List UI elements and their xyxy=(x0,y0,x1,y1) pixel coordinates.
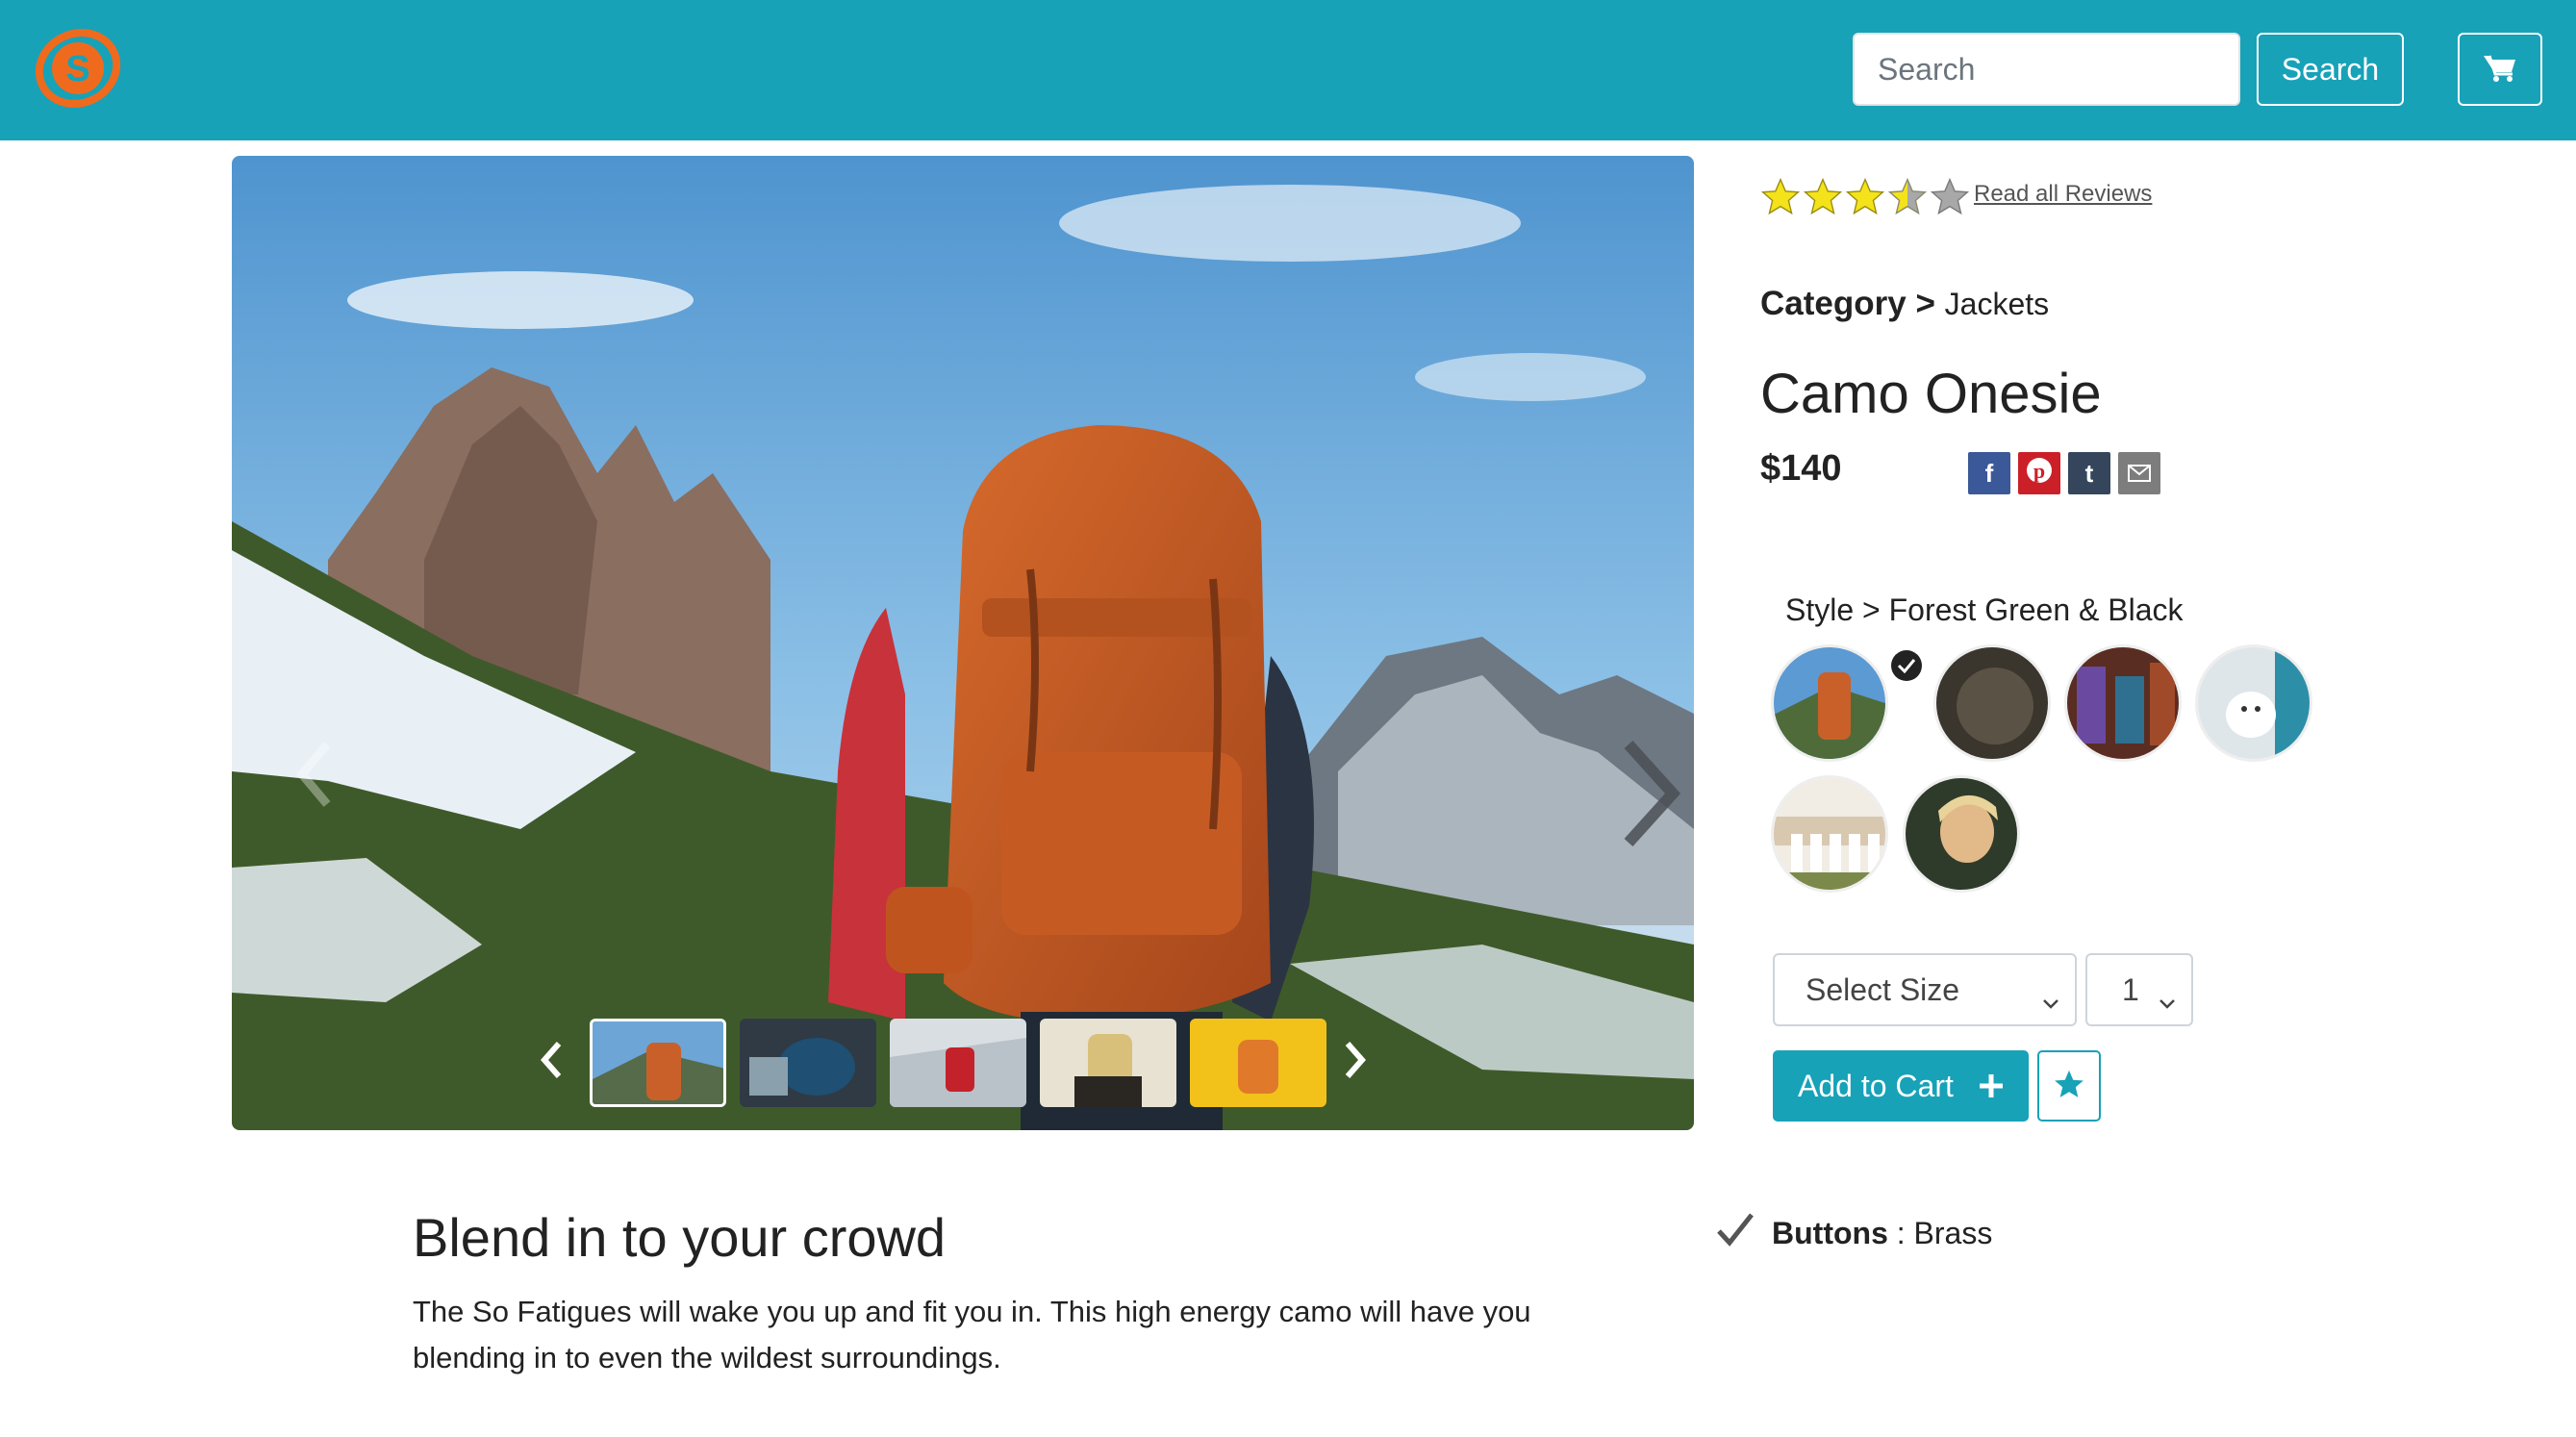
quantity-select[interactable]: 1 xyxy=(2085,953,2193,1026)
add-to-wishlist-button[interactable] xyxy=(2037,1050,2101,1122)
tumblr-icon: t xyxy=(2084,458,2094,488)
product-hero-image xyxy=(232,156,1694,1130)
add-to-cart-label: Add to Cart xyxy=(1798,1068,1954,1103)
mail-icon xyxy=(2128,459,2151,489)
star-half-icon xyxy=(1887,177,1928,219)
plus-icon xyxy=(1977,1071,2006,1108)
search-input[interactable] xyxy=(1853,33,2240,106)
style-label: Style xyxy=(1785,592,1855,627)
pinterest-icon: p xyxy=(2025,456,2054,492)
description-title: Blend in to your crowd xyxy=(413,1207,947,1268)
brand-logo-letter: S xyxy=(65,49,89,89)
style-value: Forest Green & Black xyxy=(1888,592,2184,627)
brand-logo[interactable]: S xyxy=(33,25,123,112)
star-full-icon xyxy=(1845,177,1885,219)
carousel-next-button[interactable] xyxy=(1607,733,1694,858)
share-buttons: f p t xyxy=(1968,452,2160,494)
star-icon xyxy=(2053,1068,2085,1105)
product-image-carousel xyxy=(232,156,1694,1130)
chevron-right-icon xyxy=(1344,1041,1367,1084)
star-full-icon xyxy=(1760,177,1801,219)
thumbnail-prev-button[interactable] xyxy=(532,1028,570,1096)
checkmark-icon xyxy=(1716,1212,1755,1254)
style-swatch-3[interactable] xyxy=(2064,644,2182,762)
cart-button[interactable] xyxy=(2458,33,2542,106)
star-full-icon xyxy=(1803,177,1843,219)
style-selection-label: Style > Forest Green & Black xyxy=(1785,592,2184,628)
chevron-down-icon xyxy=(2042,982,2059,1018)
category-breadcrumb: Category > Jackets xyxy=(1760,285,2049,323)
site-header: S Search xyxy=(0,0,2576,140)
product-title: Camo Onesie xyxy=(1760,363,2102,425)
carousel-prev-button[interactable] xyxy=(270,714,357,839)
chevron-left-icon xyxy=(294,741,333,813)
style-separator: > xyxy=(1862,592,1881,627)
description-body: The So Fatigues will wake you up and fit… xyxy=(413,1295,1531,1374)
read-all-reviews-link[interactable]: Read all Reviews xyxy=(1974,181,2152,208)
facebook-icon: f xyxy=(1984,458,1994,488)
chevron-down-icon xyxy=(2159,982,2176,1018)
category-value-link[interactable]: Jackets xyxy=(1945,287,2049,321)
product-price: $140 xyxy=(1760,448,1842,489)
thumbnail-5[interactable] xyxy=(1190,1019,1326,1107)
pinterest-share-button[interactable]: p xyxy=(2018,452,2060,494)
feature-label: Buttons xyxy=(1772,1215,1888,1250)
thumbnail-next-button[interactable] xyxy=(1336,1028,1375,1096)
facebook-share-button[interactable]: f xyxy=(1968,452,2010,494)
tumblr-share-button[interactable]: t xyxy=(2068,452,2110,494)
thumbnail-strip xyxy=(232,1007,1694,1118)
search-button[interactable]: Search xyxy=(2257,33,2404,106)
selected-check-icon xyxy=(1891,650,1922,681)
category-label: Category xyxy=(1760,285,1907,322)
feature-separator: : xyxy=(1887,1215,1914,1250)
size-select[interactable]: Select Size xyxy=(1773,953,2077,1026)
feature-item: Buttons : Brass xyxy=(1716,1212,1992,1254)
pinterest-icon-letter: p xyxy=(2033,459,2045,483)
feature-value: Brass xyxy=(1913,1215,1993,1250)
thumbnail-3[interactable] xyxy=(890,1019,1026,1107)
add-to-cart-button[interactable]: Add to Cart xyxy=(1773,1050,2029,1122)
star-empty-icon xyxy=(1930,177,1970,219)
chevron-left-icon xyxy=(540,1041,563,1084)
thumbnail-4[interactable] xyxy=(1040,1019,1176,1107)
chevron-right-icon xyxy=(1619,739,1682,853)
thumbnail-1[interactable] xyxy=(590,1019,726,1107)
shopping-cart-icon xyxy=(2483,53,2517,87)
email-share-button[interactable] xyxy=(2118,452,2160,494)
style-swatch-2[interactable] xyxy=(1933,644,2051,762)
category-separator: > xyxy=(1915,285,1935,322)
style-swatch-4[interactable] xyxy=(2195,644,2312,762)
style-swatch-6[interactable] xyxy=(1903,775,2020,893)
style-swatch-1[interactable] xyxy=(1771,644,1888,762)
rating-stars xyxy=(1760,177,1970,219)
thumbnail-2[interactable] xyxy=(740,1019,876,1107)
quantity-select-value: 1 xyxy=(2122,971,2139,1007)
style-swatch-5[interactable] xyxy=(1771,775,1888,893)
size-select-value: Select Size xyxy=(1806,971,1960,1007)
